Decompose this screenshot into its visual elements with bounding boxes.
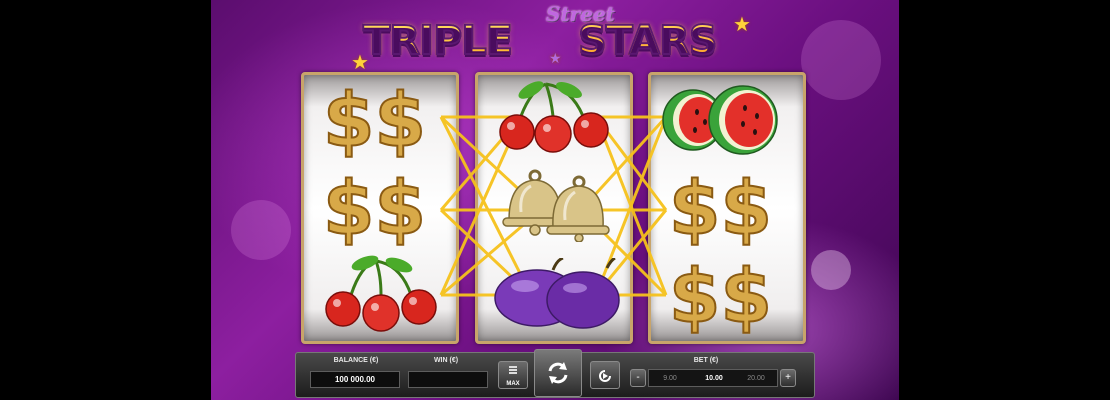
svg-text:$$: $$: [669, 256, 772, 334]
max-bet-button[interactable]: MAX: [498, 361, 528, 389]
game-stage: Street TRIPLE STARS ★ ★ ★ $$ $$ $$ $$ BA…: [211, 0, 899, 400]
bet-next-value: 20.00: [747, 375, 765, 382]
background-bokeh: [231, 200, 291, 260]
background-sparkle: [811, 250, 851, 290]
win-value: [408, 371, 488, 388]
autoplay-icon: [599, 370, 611, 382]
star-icon: ★: [549, 50, 562, 66]
star-icon: ★: [733, 14, 751, 36]
dollar-signs-symbol: $$: [668, 256, 773, 334]
svg-text:$$: $$: [323, 80, 426, 158]
svg-text:$$: $$: [669, 168, 772, 246]
balance-label: BALANCE (€): [333, 357, 379, 364]
spin-button[interactable]: [534, 349, 582, 397]
bells-symbol: [502, 169, 610, 242]
background-bokeh: [801, 20, 881, 100]
max-bet-label: MAX: [506, 381, 520, 387]
control-bar: BALANCE (€) 100 000.00 WIN (€) MAX BET (…: [295, 349, 815, 398]
autoplay-button[interactable]: [590, 361, 620, 389]
bet-label: BET (€): [693, 357, 719, 364]
logo-stars-text: STARS: [577, 17, 719, 65]
balance-value: 100 000.00: [310, 371, 400, 388]
dollar-signs-symbol: $$: [668, 168, 773, 246]
bet-current-value: 10.00: [705, 375, 723, 382]
spin-arrows-icon: [548, 362, 568, 384]
bet-prev-value: 9.00: [663, 375, 677, 382]
plums-symbol: [494, 258, 620, 329]
dollar-signs-symbol: $$: [322, 80, 427, 158]
logo-triple-text: TRIPLE: [362, 17, 514, 65]
coin-stack-icon: [509, 366, 517, 374]
dollar-signs-symbol: $$: [322, 168, 427, 246]
bet-decrease-button[interactable]: -: [630, 369, 646, 387]
bet-increase-button[interactable]: +: [780, 369, 796, 387]
cherries-symbol: [325, 255, 437, 332]
watermelons-symbol: [662, 85, 778, 155]
cherries-symbol: [499, 81, 609, 153]
svg-text:$$: $$: [323, 168, 426, 246]
win-label: WIN (€): [433, 357, 459, 364]
game-logo: Street TRIPLE STARS ★ ★ ★: [351, 2, 771, 74]
